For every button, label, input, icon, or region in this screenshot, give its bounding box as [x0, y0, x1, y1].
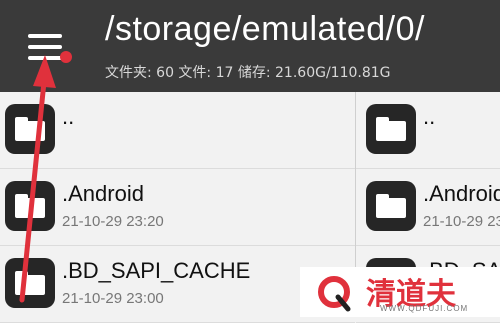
- app-header: /storage/emulated/0/ 文件夹: 60 文件: 17 储存: …: [0, 0, 500, 92]
- watermark: 清道夫 WWW.QDFUJI.COM: [300, 267, 500, 317]
- folder-icon: [5, 181, 55, 231]
- folder-icon: [366, 104, 416, 154]
- file-date: 21-10-29 23:20: [62, 213, 164, 230]
- folder-icon: [366, 181, 416, 231]
- list-item-parent-dir[interactable]: ..: [0, 92, 355, 169]
- menu-icon: [28, 34, 62, 38]
- list-item-android[interactable]: .Android 21-10-29 23:20: [356, 169, 500, 246]
- folder-icon: [5, 104, 55, 154]
- file-name: .BD_SAPI_CACHE: [62, 258, 251, 283]
- notification-dot: [60, 51, 72, 63]
- list-item-parent-dir[interactable]: ..: [356, 92, 500, 169]
- list-item-android[interactable]: .Android 21-10-29 23:20: [0, 169, 355, 246]
- folder-icon: [5, 258, 55, 308]
- file-date: 21-10-29 23:00: [62, 290, 164, 307]
- file-name: .Android: [423, 181, 500, 206]
- file-date: 21-10-29 23:20: [423, 213, 500, 230]
- storage-stats: 文件夹: 60 文件: 17 储存: 21.60G/110.81G: [105, 65, 391, 81]
- menu-button[interactable]: [20, 26, 72, 70]
- file-name: .Android: [62, 181, 144, 206]
- watermark-logo-icon: [318, 276, 351, 312]
- file-name: ..: [62, 104, 75, 129]
- file-name: ..: [423, 104, 436, 129]
- watermark-url: WWW.QDFUJI.COM: [380, 304, 469, 313]
- current-path: /storage/emulated/0/: [105, 10, 425, 48]
